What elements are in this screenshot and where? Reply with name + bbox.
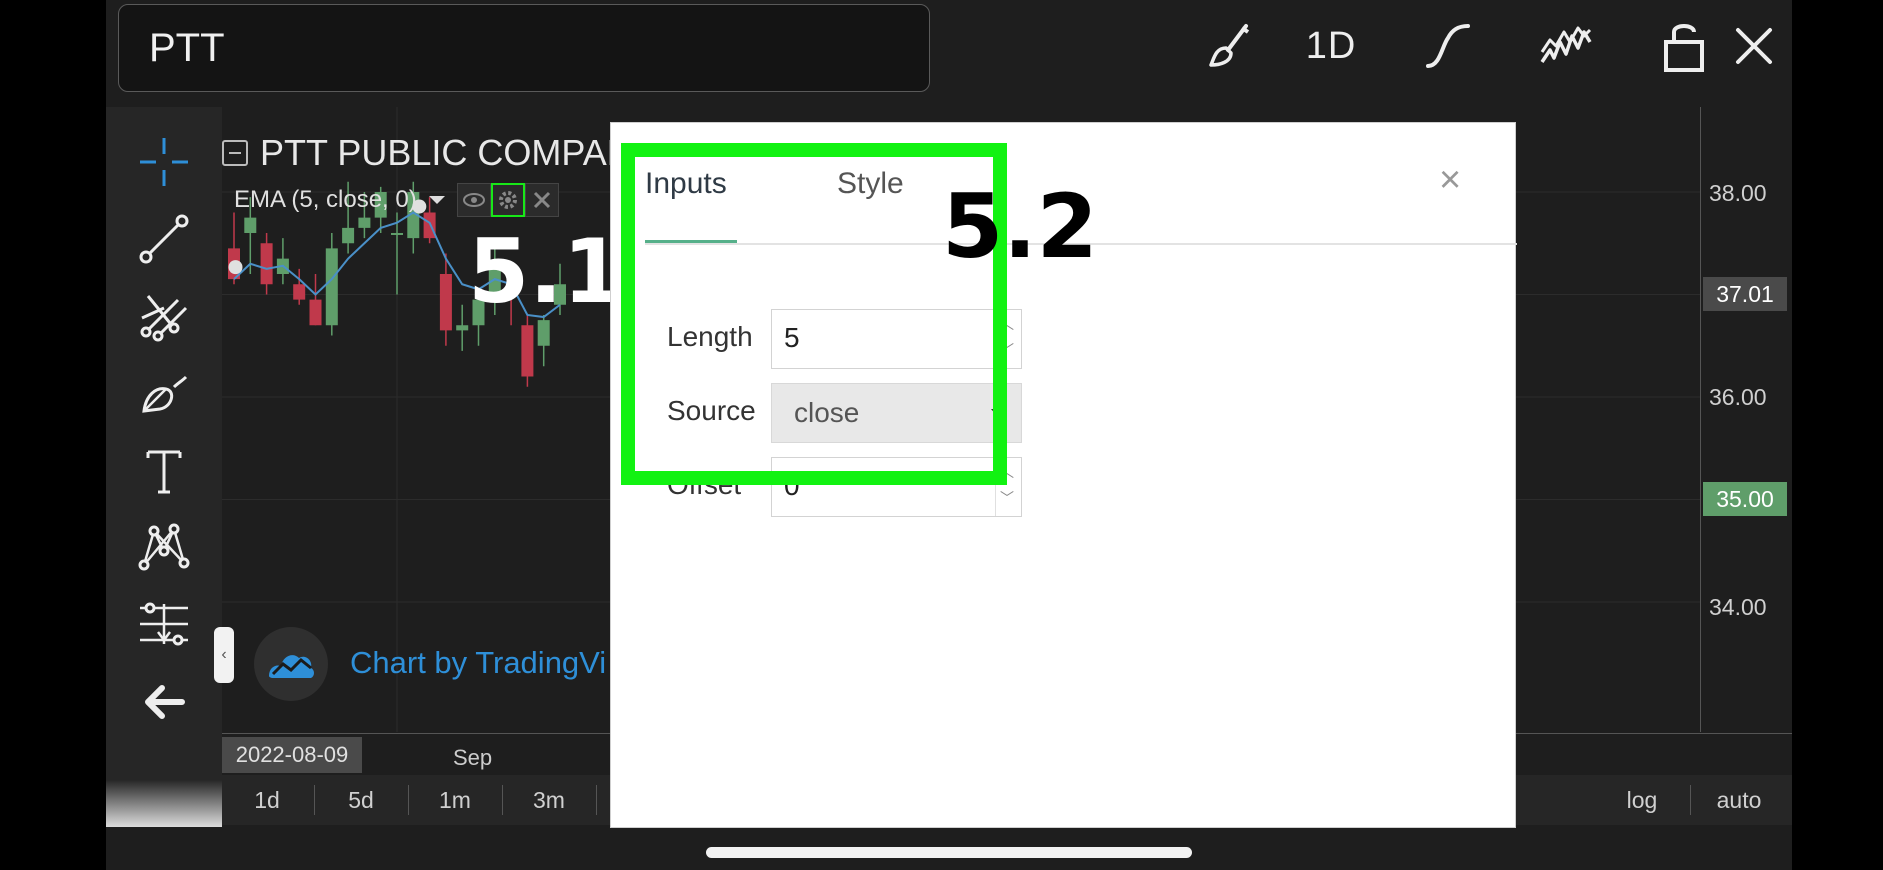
back-arrow-icon[interactable]: [120, 667, 208, 737]
candle-body: [293, 284, 306, 300]
app-screen: PTT 1D PTT PUBLIC COMPAN EMA (5, close, …: [106, 0, 1792, 870]
crosshair-icon[interactable]: [120, 127, 208, 197]
range-divider: [596, 785, 597, 815]
stepper-down-icon[interactable]: ﹀: [1000, 488, 1014, 508]
range-1m[interactable]: 1m: [410, 775, 500, 825]
brush-draw-icon[interactable]: [120, 358, 208, 428]
candle-body: [521, 325, 534, 377]
symbol-title: PTT PUBLIC COMPAN: [260, 132, 633, 173]
candle-body: [456, 325, 469, 331]
price-label: 36.00: [1709, 384, 1767, 410]
lock-icon[interactable]: [1654, 16, 1714, 76]
candle-body: [342, 227, 355, 244]
log-scale-toggle[interactable]: log: [1612, 775, 1672, 825]
candle-body: [537, 320, 550, 346]
dialog-close-icon[interactable]: ×: [1439, 159, 1461, 202]
candle-body: [439, 274, 452, 331]
settings-gear-icon[interactable]: [490, 183, 525, 217]
toolbar-fade: [106, 780, 222, 830]
price-label: 38.00: [1709, 180, 1767, 206]
candle-body: [260, 243, 273, 285]
legend-collapse-icon[interactable]: [222, 140, 248, 166]
crosshair-date-tag: 2022-08-09: [222, 737, 362, 773]
candle-body: [309, 299, 322, 326]
range-divider: [408, 785, 409, 815]
close-icon[interactable]: [1724, 16, 1784, 76]
annotation-step-5-1: 5.1: [468, 220, 624, 323]
candle-body: [244, 217, 257, 233]
anchor-point: [228, 260, 243, 275]
range-divider: [314, 785, 315, 815]
legend-title: PTT PUBLIC COMPAN: [222, 132, 633, 174]
candle-body: [358, 217, 371, 228]
range-1d[interactable]: 1d: [222, 775, 312, 825]
top-bar: PTT 1D: [106, 0, 1792, 107]
auto-scale-toggle[interactable]: auto: [1694, 775, 1784, 825]
symbol-search-input[interactable]: PTT: [118, 4, 930, 92]
text-tool-icon[interactable]: [120, 435, 208, 505]
price-label: 34.00: [1709, 594, 1767, 620]
indicators-icon[interactable]: [1536, 16, 1596, 76]
home-indicator[interactable]: [706, 847, 1192, 858]
remove-indicator-icon[interactable]: [524, 183, 559, 217]
time-label: Sep: [453, 745, 493, 770]
range-5d[interactable]: 5d: [316, 775, 406, 825]
watermark-link[interactable]: Chart by TradingVi: [350, 645, 606, 681]
dropdown-caret-icon[interactable]: [425, 190, 449, 210]
pattern-tool-icon[interactable]: [120, 512, 208, 582]
eye-icon[interactable]: [456, 183, 491, 217]
measure-tool-icon[interactable]: [120, 589, 208, 659]
candle-body: [325, 248, 338, 326]
brush-icon[interactable]: [1198, 16, 1258, 76]
current-price-tag: 37.01: [1703, 277, 1787, 311]
tradingview-logo-icon[interactable]: [254, 627, 328, 701]
range-divider: [1690, 785, 1691, 815]
indicator-label: EMA (5, close, 0): [234, 186, 417, 213]
interval-button[interactable]: 1D: [1296, 16, 1366, 76]
pitchfork-icon[interactable]: [120, 281, 208, 351]
annotation-step-5-2: 5.2: [942, 175, 1098, 278]
crosshair-price-tag: 35.00: [1703, 482, 1787, 516]
candle-body: [391, 233, 403, 235]
range-3m[interactable]: 3m: [504, 775, 594, 825]
trend-line-icon[interactable]: [120, 204, 208, 274]
drawing-toolbar: [106, 107, 222, 827]
indicator-legend[interactable]: EMA (5, close, 0): [234, 183, 559, 217]
range-divider: [502, 785, 503, 815]
price-scale[interactable]: 38.00 37.01 36.00 35.00 34.00: [1700, 107, 1792, 732]
toolbar-collapse-icon[interactable]: ‹: [214, 627, 234, 683]
curve-icon[interactable]: [1418, 16, 1478, 76]
